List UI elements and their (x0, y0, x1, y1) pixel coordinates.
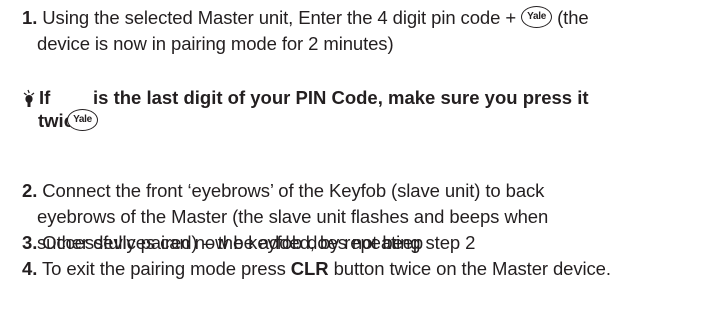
step-3-number: 3. (22, 232, 38, 253)
tip-line-1: If is the last digit of your PIN Code, ma… (39, 87, 589, 109)
step-1-text-line2: device is now in pairing mode for 2 minu… (37, 33, 394, 54)
tip-line-2: twice (38, 110, 70, 131)
step-1-number: 1. (22, 7, 38, 28)
step-4-number: 4. (22, 258, 38, 279)
step-1: 1. Using the selected Master unit, Enter… (22, 5, 589, 57)
step-1-text-after: (the (557, 7, 589, 28)
yale-key-icon: Yale (521, 6, 553, 29)
step-4-text: To exit the pairing mode press (41, 258, 286, 279)
step-4: 4. To exit the pairing mode press CLR bu… (22, 256, 611, 282)
clr-button-label: CLR (290, 258, 329, 279)
step-3-text: Other devices can now be added, by repea… (42, 232, 476, 253)
step-4-text-after: button twice on the Master device. (333, 258, 611, 279)
tip-if-word: If (39, 87, 51, 108)
yale-key-icon: Yale (67, 109, 98, 131)
step-2-text-line2: eyebrows of the Master (the slave unit f… (37, 206, 549, 227)
tip-text: is the last digit of your PIN Code, make… (93, 87, 589, 108)
step-2-number: 2. (22, 180, 38, 201)
step-3: 3. Other devices can now be added, by re… (22, 230, 475, 256)
step-1-text: Using the selected Master unit, Enter th… (42, 7, 517, 28)
step-2-text: Connect the front ‘eyebrows’ of the Keyf… (42, 180, 545, 201)
